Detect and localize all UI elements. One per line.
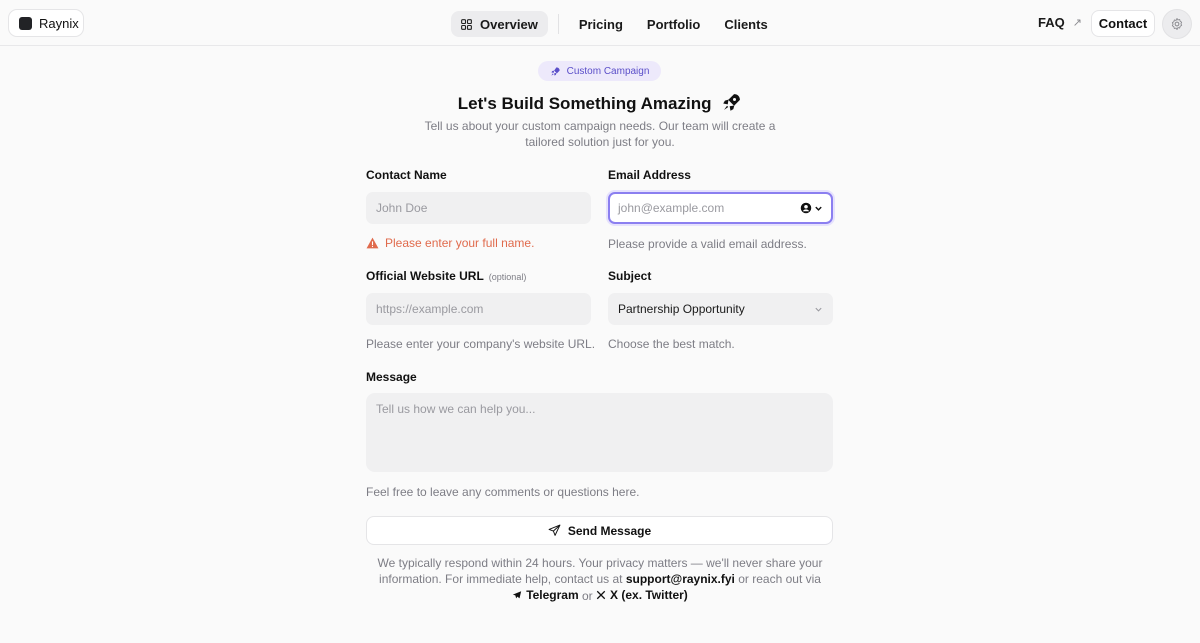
contact-name-label: Contact Name: [366, 168, 447, 182]
autofill-menu-button[interactable]: [800, 202, 823, 214]
footer-or: or: [582, 589, 593, 603]
send-message-button[interactable]: Send Message: [366, 516, 833, 545]
page-title-text: Let's Build Something Amazing: [457, 94, 712, 113]
faq-link[interactable]: FAQ ↗: [1038, 15, 1082, 30]
subject-select[interactable]: Partnership Opportunity: [608, 293, 833, 325]
chevron-down-icon: [815, 206, 822, 211]
support-email-link[interactable]: support@raynix.fyi: [626, 572, 735, 586]
user-circle-icon: [800, 202, 812, 214]
email-hint: Please provide a valid email address.: [608, 237, 807, 251]
telegram-link[interactable]: Telegram: [512, 587, 579, 603]
website-placeholder: https://example.com: [376, 302, 484, 316]
subject-label: Subject: [608, 269, 652, 283]
send-icon: [548, 524, 561, 536]
subject-hint: Choose the best match.: [608, 337, 735, 351]
raynix-logo-icon: [19, 16, 32, 30]
telegram-icon: [513, 591, 522, 599]
email-label: Email Address: [608, 168, 691, 182]
footer-note: We typically respond within 24 hours. Yo…: [370, 555, 830, 604]
contact-name-input[interactable]: John Doe: [366, 192, 591, 224]
gear-icon: [1171, 18, 1183, 30]
page-title: Let's Build Something Amazing: [0, 92, 1200, 114]
x-twitter-label: X (ex. Twitter): [610, 588, 688, 602]
nav-item-clients[interactable]: Clients: [712, 11, 779, 37]
website-label: Official Website URL (optional): [366, 269, 526, 283]
email-placeholder: john@example.com: [618, 201, 725, 215]
website-label-text: Official Website URL: [366, 269, 484, 283]
nav-item-label: Overview: [480, 16, 538, 32]
nav-item-overview[interactable]: Overview: [451, 11, 548, 37]
message-placeholder: Tell us how we can help you...: [376, 402, 536, 416]
external-arrow-icon: ↗: [1072, 17, 1082, 29]
rocket-icon: [550, 66, 560, 76]
top-navbar: Raynix Overview Pricing Portfolio Client…: [0, 0, 1200, 46]
grid-icon: [461, 18, 472, 30]
subject-value: Partnership Opportunity: [618, 302, 745, 316]
contact-name-error-text: Please enter your full name.: [385, 236, 535, 250]
nav-item-portfolio[interactable]: Portfolio: [635, 11, 712, 37]
brand-logo-button[interactable]: Raynix: [8, 9, 84, 37]
brand-name: Raynix: [39, 15, 79, 31]
faq-label: FAQ: [1038, 15, 1065, 30]
main-nav: Overview Pricing Portfolio Clients: [451, 11, 780, 37]
badge-label: Custom Campaign: [566, 65, 650, 77]
nav-item-pricing[interactable]: Pricing: [567, 11, 635, 37]
message-textarea[interactable]: Tell us how we can help you...: [366, 393, 833, 472]
contact-name-placeholder: John Doe: [376, 201, 428, 215]
contact-name-error: Please enter your full name.: [366, 236, 534, 250]
custom-campaign-badge: Custom Campaign: [538, 61, 661, 81]
message-label: Message: [366, 370, 417, 384]
theme-toggle-button[interactable]: [1162, 9, 1192, 39]
footer-text-2: or reach out via: [738, 572, 821, 586]
chevron-down-icon: [815, 307, 822, 312]
x-twitter-link[interactable]: X (ex. Twitter): [596, 587, 688, 603]
website-hint: Please enter your company's website URL.: [366, 337, 596, 351]
telegram-label: Telegram: [526, 588, 579, 602]
website-url-input[interactable]: https://example.com: [366, 293, 591, 325]
select-chevron: [814, 305, 823, 314]
send-message-label: Send Message: [567, 523, 652, 538]
message-hint: Feel free to leave any comments or quest…: [366, 485, 640, 499]
rocket-icon: [723, 94, 741, 111]
email-field[interactable]: john@example.com: [608, 192, 833, 224]
optional-tag: (optional): [488, 272, 527, 282]
warning-icon: [366, 237, 379, 249]
x-logo-icon: [596, 590, 606, 600]
page-subtitle: Tell us about your custom campaign needs…: [424, 119, 776, 149]
contact-button[interactable]: Contact: [1091, 10, 1155, 37]
nav-divider: [557, 14, 559, 34]
